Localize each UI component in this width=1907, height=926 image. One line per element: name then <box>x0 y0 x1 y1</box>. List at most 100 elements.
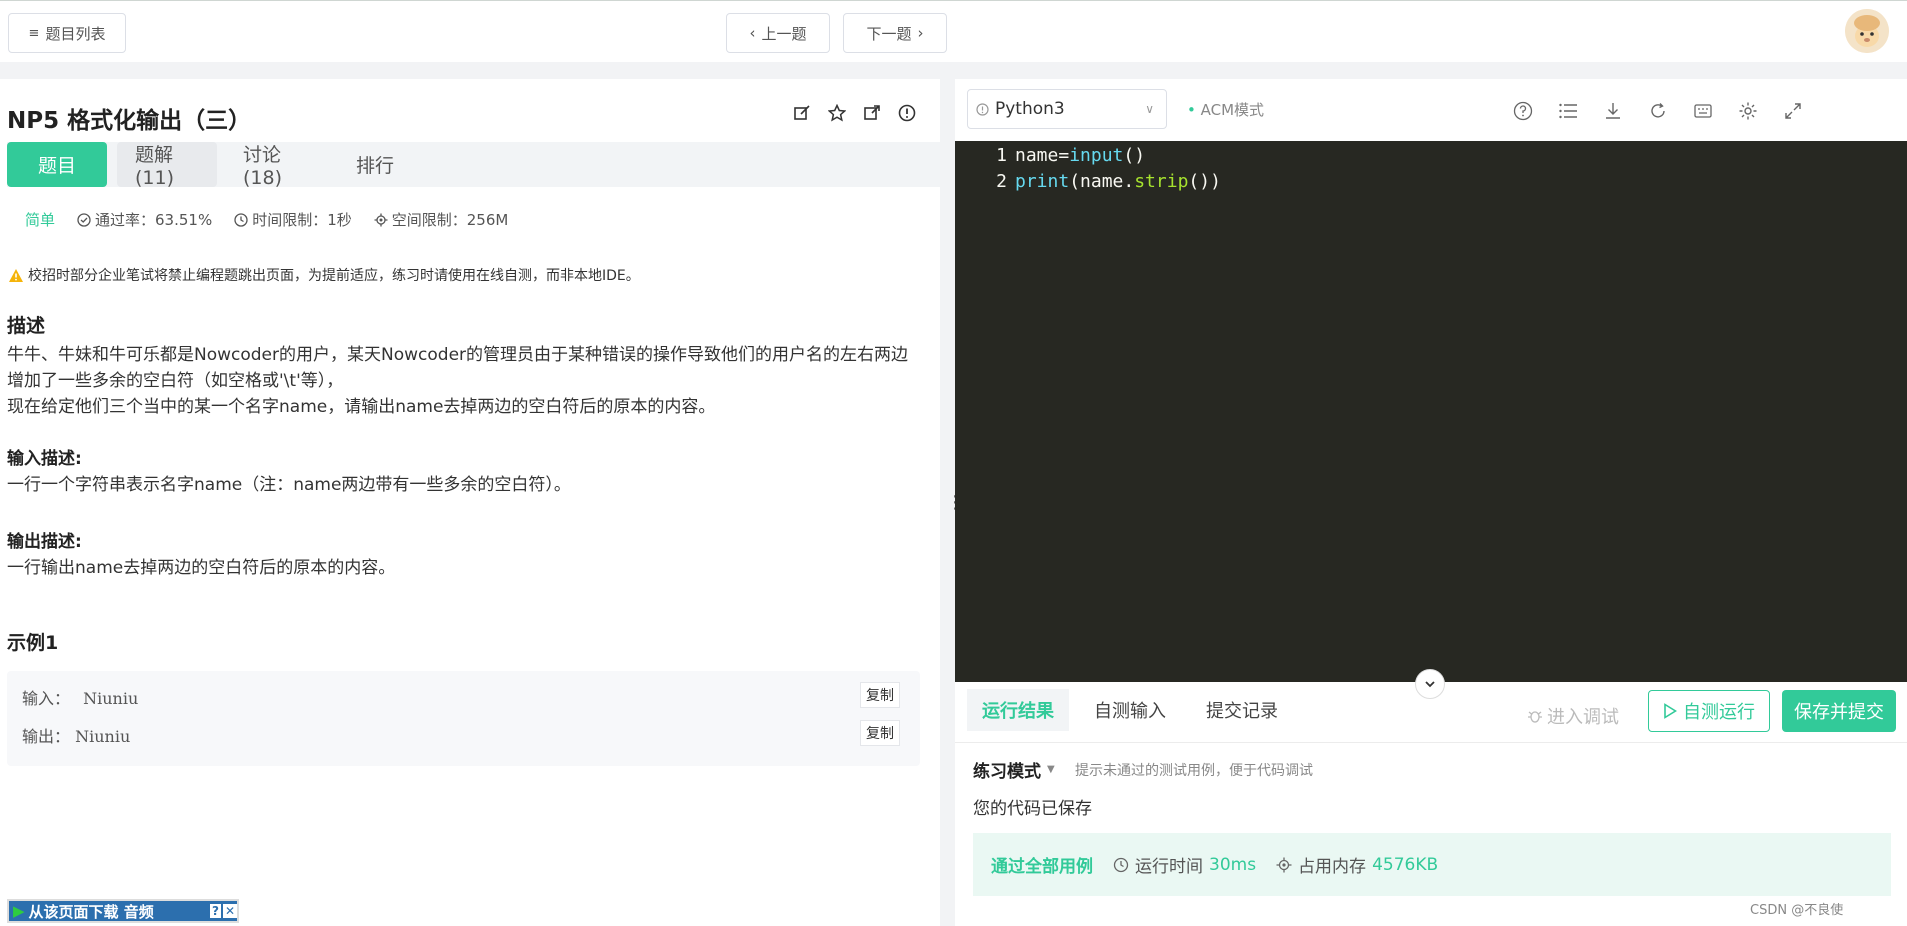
close-icon[interactable]: ✕ <box>222 904 237 918</box>
refresh-icon[interactable] <box>1645 98 1670 123</box>
tab-run-result[interactable]: 运行结果 <box>967 689 1069 731</box>
runtime-value: 30ms <box>1209 854 1257 875</box>
memory-stat: 占用内存 4576KB <box>1276 852 1438 877</box>
play-icon: ▶ <box>13 902 25 920</box>
debug-button[interactable]: 进入调试 <box>1527 703 1619 729</box>
tab-ranking[interactable]: 排行 <box>335 142 415 187</box>
chevron-left-icon: ‹ <box>749 24 756 42</box>
copy-output-button[interactable]: 复制 <box>860 720 900 746</box>
line-number: 1 <box>996 145 1007 166</box>
language-select[interactable]: Python3 ∨ <box>967 89 1167 129</box>
clock-icon <box>1113 857 1129 872</box>
chevron-down-icon: ∨ <box>1145 102 1154 116</box>
tab-custom-input[interactable]: 自测输入 <box>1079 689 1181 731</box>
help-icon[interactable] <box>1510 98 1535 123</box>
practice-mode-select[interactable]: 练习模式 ▼ <box>973 757 1055 782</box>
tab-problem[interactable]: 题目 <box>7 142 107 187</box>
download-audio-bar[interactable]: ▶ 从该页面下载 音频 ? ✕ <box>7 899 239 923</box>
help-icon[interactable]: ? <box>209 904 221 918</box>
editor-tool-icons <box>1510 98 1805 123</box>
pass-status: 通过全部用例 <box>991 857 1093 877</box>
keyboard-icon[interactable] <box>1690 98 1715 123</box>
editor-toolbar: Python3 ∨ • ACM模式 <box>955 79 1907 141</box>
check-circle-icon <box>77 212 91 227</box>
example-output-label: 输出： <box>22 727 71 746</box>
debug-label: 进入调试 <box>1547 707 1619 728</box>
example-input-value: Niuniu <box>83 689 139 708</box>
download-audio-label: 从该页面下载 音频 <box>28 902 154 921</box>
report-icon[interactable] <box>897 103 917 123</box>
gear-icon[interactable] <box>1735 98 1760 123</box>
line-number: 2 <box>996 171 1007 192</box>
edit-icon[interactable] <box>792 103 812 123</box>
output-description: 一行输出name去掉两边的空白符后的原本的内容。 <box>7 558 396 578</box>
download-icon[interactable] <box>1600 98 1625 123</box>
star-icon[interactable] <box>827 103 847 123</box>
chip-icon <box>1276 857 1292 872</box>
memory-value: 4576KB <box>1372 854 1439 875</box>
warning-text: 校招时部分企业笔试将禁止编程题跳出页面，为提前适应，练习时请使用在线自测，而非本… <box>28 268 640 284</box>
fullscreen-icon[interactable] <box>1780 98 1805 123</box>
pass-rate-text: 通过率：63.51% <box>95 211 213 229</box>
next-problem-button[interactable]: 下一题 › <box>843 13 947 53</box>
result-summary: 通过全部用例 运行时间 30ms 占用内存 4576KB <box>973 833 1891 896</box>
play-icon <box>1664 703 1677 719</box>
code-line: 2 print (name. strip()) <box>955 171 1221 197</box>
code-token: print <box>1015 171 1070 192</box>
space-limit: 空间限制：256M <box>374 209 508 230</box>
practice-mode-label: 练习模式 <box>973 762 1041 782</box>
description-line-3: 现在给定他们三个当中的某一个名字name，请输出name去掉两边的空白符后的原本… <box>7 397 716 417</box>
collapse-toggle[interactable] <box>1415 669 1445 699</box>
code-line: 1 name= input() <box>955 145 1145 171</box>
example-input: 输入： Niuniu <box>22 685 138 709</box>
example-heading: 示例1 <box>7 632 59 654</box>
prev-problem-button[interactable]: ‹ 上一题 <box>726 13 830 53</box>
code-token: name= <box>1015 145 1070 166</box>
problem-tabs: 题目 题解(11) 讨论(18) 排行 <box>7 142 940 189</box>
code-editor[interactable]: 1 name= input() 2 print (name. strip()) <box>955 141 1907 682</box>
problem-list-label: 题目列表 <box>45 24 106 43</box>
code-token: ()) <box>1188 171 1221 192</box>
next-label: 下一题 <box>866 24 912 43</box>
example-output: 输出： Niuniu <box>22 723 130 747</box>
saved-message: 您的代码已保存 <box>973 799 1092 819</box>
tab-solutions[interactable]: 题解(11) <box>117 142 217 189</box>
output-heading: 输出描述: <box>7 532 82 552</box>
example-input-label: 输入： <box>22 689 71 708</box>
title-toolbar <box>792 103 917 123</box>
copy-input-button[interactable]: 复制 <box>860 682 900 708</box>
description-line-2: 增加了一些多余的空白符（如空格或'\t'等）， <box>7 371 344 391</box>
info-circle-icon <box>976 102 989 116</box>
run-label: 自测运行 <box>1683 702 1755 723</box>
input-description: 一行一个字符串表示名字name（注：name两边带有一些多余的空白符）。 <box>7 475 571 495</box>
code-token: input <box>1069 145 1124 166</box>
problem-meta: 简单 通过率：63.51% 时间限制：1秒 空间限制：256M <box>25 209 508 230</box>
list-icon[interactable] <box>1555 98 1580 123</box>
save-submit-button[interactable]: 保存并提交 <box>1782 690 1896 732</box>
example-box: 输入： Niuniu 复制 输出： Niuniu 复制 <box>7 671 920 766</box>
run-button[interactable]: 自测运行 <box>1648 690 1770 732</box>
share-icon[interactable] <box>862 103 882 123</box>
tab-discussion[interactable]: 讨论(18) <box>225 142 335 189</box>
memory-label: 占用内存 <box>1298 857 1367 877</box>
warning-icon <box>9 268 23 282</box>
caret-down-icon: ▼ <box>1047 764 1055 775</box>
pass-rate: 通过率：63.51% <box>77 209 212 230</box>
runtime-label: 运行时间 <box>1135 857 1203 877</box>
tab-submission-history[interactable]: 提交记录 <box>1191 689 1293 731</box>
acm-mode-label: ACM模式 <box>1200 101 1265 119</box>
problem-list-button[interactable]: ≡ 题目列表 <box>8 13 126 53</box>
panel-resize-handle[interactable]: ⋮ <box>946 494 964 512</box>
top-bar: ≡ 题目列表 ‹ 上一题 下一题 › <box>0 0 1907 62</box>
avatar[interactable] <box>1845 9 1889 53</box>
difficulty-badge: 简单 <box>25 211 56 229</box>
clock-icon <box>234 212 248 227</box>
watermark: CSDN @不良使 <box>1750 903 1844 918</box>
time-limit: 时间限制：1秒 <box>234 209 352 230</box>
input-heading: 输入描述: <box>7 449 82 469</box>
code-token: strip <box>1134 171 1189 192</box>
practice-mode-tip: 提示未通过的测试用例，便于代码调试 <box>1075 763 1313 779</box>
acm-mode[interactable]: • ACM模式 <box>1187 99 1264 120</box>
chevron-down-icon <box>1425 681 1435 688</box>
result-tabs: 运行结果 自测输入 提交记录 <box>967 689 1293 731</box>
